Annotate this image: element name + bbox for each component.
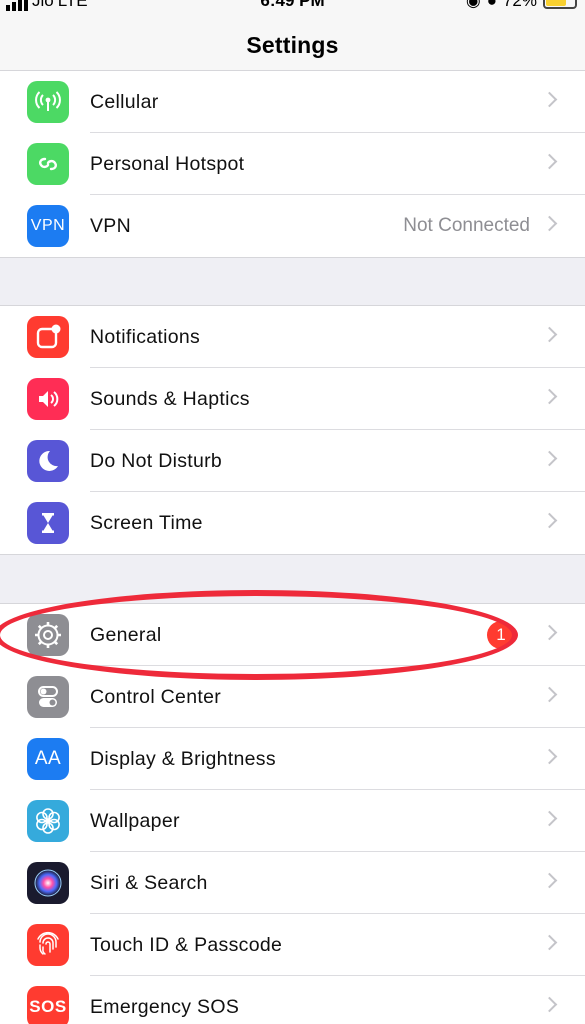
sos-icon: SOS: [27, 986, 69, 1024]
settings-row-display-brightness[interactable]: AA Display & Brightness: [0, 728, 585, 790]
orientation-lock-icon: ◉: [465, 0, 481, 10]
settings-row-label: Cellular: [90, 91, 159, 113]
battery-fill: [546, 0, 567, 6]
fingerprint-icon: [27, 924, 69, 966]
chevron-right-icon: [541, 810, 558, 827]
chevron-right-icon: [541, 996, 558, 1013]
settings-row-notifications[interactable]: Notifications: [0, 306, 585, 368]
notifications-icon: [27, 316, 69, 358]
vpn-status-value: Not Connected: [403, 215, 530, 236]
vpn-icon: VPN: [27, 205, 69, 247]
settings-row-touch-id-passcode[interactable]: Touch ID & Passcode: [0, 914, 585, 976]
chevron-right-icon: [541, 748, 558, 765]
settings-row-control-center[interactable]: Control Center: [0, 666, 585, 728]
chevron-right-icon: [541, 215, 558, 232]
hourglass-icon: [27, 502, 69, 544]
vpn-icon-text: VPN: [30, 217, 66, 234]
settings-group-general: General 1 Control Center AA Display & Br…: [0, 603, 585, 1024]
status-right: ◉ ● 72%: [466, 0, 577, 11]
page-title: Settings: [246, 32, 339, 58]
hotspot-link-icon: [27, 143, 69, 185]
chevron-right-icon: [541, 153, 558, 170]
chevron-right-icon: [541, 512, 558, 529]
settings-row-vpn[interactable]: VPN VPN Not Connected: [0, 195, 585, 257]
settings-group-notifications: Notifications Sounds & Haptics Do Not Di…: [0, 305, 585, 555]
chevron-right-icon: [541, 450, 558, 467]
chevron-right-icon: [541, 326, 558, 343]
antenna-icon: [27, 81, 69, 123]
chevron-right-icon: [541, 388, 558, 405]
settings-row-wallpaper[interactable]: Wallpaper: [0, 790, 585, 852]
text-size-icon: AA: [27, 738, 69, 780]
text-size-icon-text: AA: [34, 748, 62, 769]
settings-group-connectivity: Cellular Personal Hotspot VPN VPN Not Co…: [0, 70, 585, 258]
settings-row-personal-hotspot[interactable]: Personal Hotspot: [0, 133, 585, 195]
flower-icon: [27, 800, 69, 842]
settings-row-label: Personal Hotspot: [90, 153, 245, 175]
settings-row-label: Touch ID & Passcode: [90, 934, 283, 956]
settings-row-label: Screen Time: [90, 512, 203, 534]
settings-row-label: Control Center: [90, 686, 222, 708]
update-badge: 1: [487, 621, 515, 649]
settings-row-siri-search[interactable]: Siri & Search: [0, 852, 585, 914]
settings-row-label: General: [90, 624, 162, 646]
settings-row-screen-time[interactable]: Screen Time: [0, 492, 585, 554]
moon-status-icon: ●: [486, 0, 497, 10]
settings-row-general[interactable]: General 1: [0, 604, 585, 666]
settings-row-label: Sounds & Haptics: [90, 388, 250, 410]
settings-row-sounds-haptics[interactable]: Sounds & Haptics: [0, 368, 585, 430]
toggles-icon: [27, 676, 69, 718]
settings-row-label: Do Not Disturb: [90, 450, 223, 472]
settings-row-emergency-sos[interactable]: SOS Emergency SOS: [0, 976, 585, 1024]
moon-icon: [27, 440, 69, 482]
settings-row-label: Siri & Search: [90, 872, 208, 894]
chevron-right-icon: [541, 91, 558, 108]
chevron-right-icon: [541, 624, 558, 641]
status-bar: Jio LTE 6:49 PM ◉ ● 72%: [0, 0, 585, 14]
settings-row-label: Notifications: [90, 326, 201, 348]
settings-row-label: VPN: [90, 215, 131, 237]
settings-row-do-not-disturb[interactable]: Do Not Disturb: [0, 430, 585, 492]
settings-row-label: Emergency SOS: [90, 996, 240, 1018]
battery-percent: 72%: [502, 0, 537, 10]
gear-icon: [27, 614, 69, 656]
speaker-icon: [27, 378, 69, 420]
chevron-right-icon: [541, 934, 558, 951]
settings-row-label: Wallpaper: [90, 810, 180, 832]
sos-icon-text: SOS: [29, 997, 67, 1016]
battery-icon: [543, 0, 577, 9]
settings-row-cellular[interactable]: Cellular: [0, 71, 585, 133]
chevron-right-icon: [541, 686, 558, 703]
settings-row-label: Display & Brightness: [90, 748, 276, 770]
siri-icon: [27, 862, 69, 904]
chevron-right-icon: [541, 872, 558, 889]
navigation-bar: Settings: [0, 14, 585, 76]
